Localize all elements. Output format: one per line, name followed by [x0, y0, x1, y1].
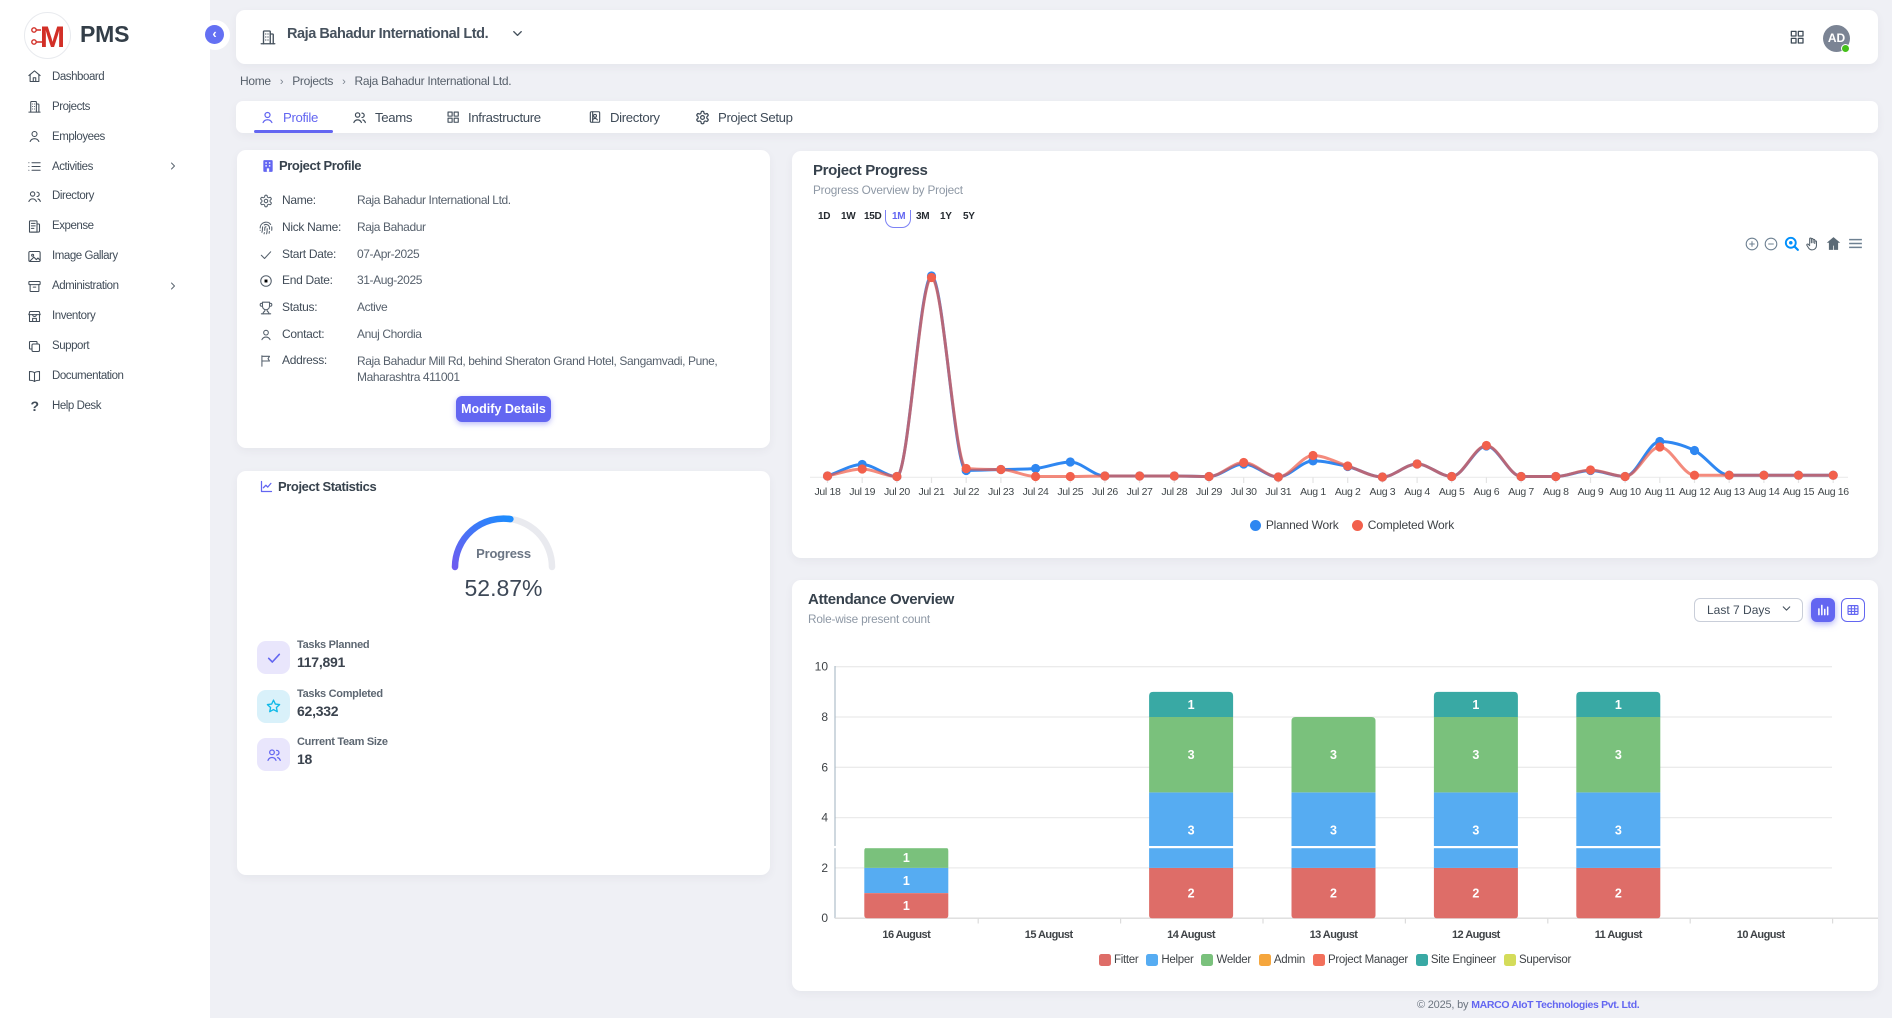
svg-text:2: 2 [1188, 887, 1195, 901]
svg-text:Jul 28: Jul 28 [1161, 486, 1187, 498]
svg-text:3: 3 [1330, 824, 1337, 838]
svg-text:1: 1 [903, 899, 910, 913]
svg-text:Aug 12: Aug 12 [1679, 486, 1711, 498]
svg-text:13 August: 13 August [1310, 929, 1359, 941]
svg-text:3: 3 [1615, 748, 1622, 762]
svg-text:Aug 9: Aug 9 [1578, 486, 1604, 498]
svg-text:3: 3 [1188, 748, 1195, 762]
svg-text:Jul 25: Jul 25 [1057, 486, 1083, 498]
svg-text:M: M [40, 21, 65, 54]
svg-text:Aug 10: Aug 10 [1610, 486, 1642, 498]
svg-text:Jul 30: Jul 30 [1231, 486, 1257, 498]
svg-text:14 August: 14 August [1167, 929, 1216, 941]
svg-text:Jul 18: Jul 18 [815, 486, 841, 498]
svg-text:Jul 27: Jul 27 [1127, 486, 1153, 498]
svg-text:Aug 1: Aug 1 [1300, 486, 1326, 498]
svg-text:3: 3 [1188, 824, 1195, 838]
svg-text:Jul 29: Jul 29 [1196, 486, 1222, 498]
svg-text:10 August: 10 August [1737, 929, 1786, 941]
svg-text:Aug 7: Aug 7 [1508, 486, 1534, 498]
svg-text:Jul 26: Jul 26 [1092, 486, 1118, 498]
svg-text:8: 8 [821, 710, 828, 724]
svg-text:Aug 3: Aug 3 [1370, 486, 1396, 498]
svg-text:4: 4 [821, 811, 828, 825]
svg-text:Aug 2: Aug 2 [1335, 486, 1361, 498]
svg-text:Aug 6: Aug 6 [1474, 486, 1500, 498]
svg-text:1: 1 [1472, 698, 1479, 712]
svg-text:Jul 20: Jul 20 [884, 486, 910, 498]
svg-text:6: 6 [821, 760, 828, 774]
svg-text:2: 2 [821, 861, 828, 875]
svg-text:1: 1 [1615, 698, 1622, 712]
svg-text:3: 3 [1330, 748, 1337, 762]
svg-text:10: 10 [815, 660, 829, 674]
svg-text:Aug 13: Aug 13 [1714, 486, 1746, 498]
svg-text:Aug 16: Aug 16 [1818, 486, 1850, 498]
svg-text:3: 3 [1472, 824, 1479, 838]
svg-text:15 August: 15 August [1025, 929, 1074, 941]
svg-text:Aug 14: Aug 14 [1748, 486, 1780, 498]
svg-text:3: 3 [1472, 748, 1479, 762]
svg-text:2: 2 [1615, 887, 1622, 901]
svg-text:Jul 23: Jul 23 [988, 486, 1014, 498]
svg-text:12 August: 12 August [1452, 929, 1501, 941]
svg-text:2: 2 [1472, 887, 1479, 901]
svg-text:3: 3 [1615, 824, 1622, 838]
svg-text:1: 1 [903, 874, 910, 888]
svg-text:Jul 19: Jul 19 [849, 486, 875, 498]
svg-text:Aug 15: Aug 15 [1783, 486, 1815, 498]
svg-text:11 August: 11 August [1595, 929, 1643, 941]
svg-text:0: 0 [821, 911, 828, 925]
svg-text:1: 1 [1188, 698, 1195, 712]
svg-text:Jul 31: Jul 31 [1265, 486, 1291, 498]
svg-text:Jul 21: Jul 21 [919, 486, 945, 498]
svg-text:Aug 8: Aug 8 [1543, 486, 1569, 498]
svg-text:Aug 5: Aug 5 [1439, 486, 1465, 498]
svg-text:2: 2 [1330, 887, 1337, 901]
svg-text:Jul 22: Jul 22 [953, 486, 979, 498]
svg-text:1: 1 [903, 851, 910, 865]
svg-text:Aug 11: Aug 11 [1645, 486, 1676, 498]
svg-text:Jul 24: Jul 24 [1023, 486, 1049, 498]
svg-text:Aug 4: Aug 4 [1404, 486, 1430, 498]
svg-text:16 August: 16 August [882, 929, 931, 941]
